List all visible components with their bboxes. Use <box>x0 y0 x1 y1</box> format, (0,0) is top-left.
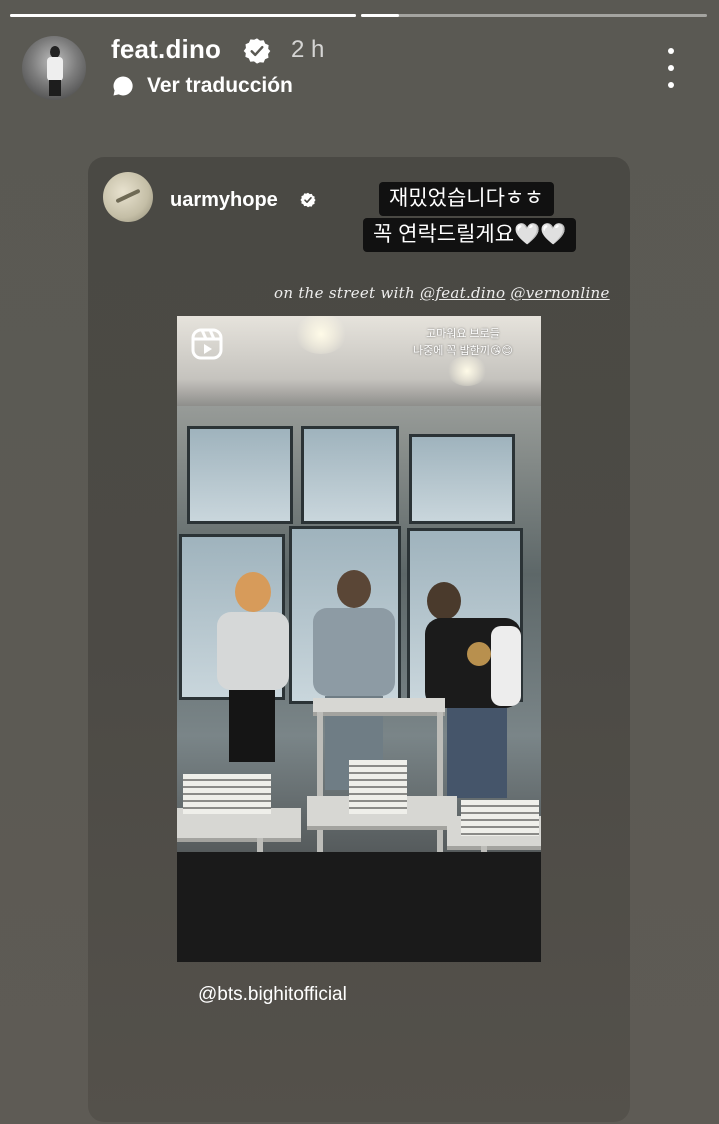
photo-caption-line: 고마워요 브로들 <box>425 328 500 340</box>
caption-mention[interactable]: @feat.dino <box>420 284 505 302</box>
verified-badge-icon <box>300 192 316 208</box>
translate-link[interactable]: Ver traducción <box>112 74 293 98</box>
photo-caption: 고마워요 브로들 나중에 꼭 밥한끼😘😊 <box>413 326 513 360</box>
translate-label: Ver traducción <box>147 74 293 97</box>
avatar[interactable] <box>22 36 86 100</box>
verified-badge-icon <box>243 38 271 64</box>
mention-tag[interactable]: @bts.bighitofficial <box>198 984 347 1006</box>
post-caption: on the street with @feat.dino @vernonlin… <box>274 284 610 302</box>
shared-post-card[interactable]: uarmyhope 재밌었습니다ㅎㅎ 꼭 연락드릴게요🤍🤍 on the str… <box>88 157 630 1122</box>
more-vertical-icon[interactable] <box>660 48 682 88</box>
story-progress-bar-1 <box>10 14 356 17</box>
reels-icon <box>191 328 223 360</box>
post-time: 2 h <box>291 36 325 63</box>
caption-mention[interactable]: @vernonline <box>510 284 609 302</box>
text-sticker: 꼭 연락드릴게요🤍🤍 <box>363 218 577 252</box>
story-progress-bar-2 <box>361 14 707 17</box>
caption-text: on the street with <box>274 284 415 302</box>
reel-thumbnail[interactable]: 고마워요 브로들 나중에 꼭 밥한끼😘😊 <box>177 316 541 962</box>
post-username[interactable]: uarmyhope <box>170 189 278 212</box>
story-username[interactable]: feat.dino <box>111 34 221 65</box>
text-sticker: 재밌었습니다ㅎㅎ <box>379 182 554 216</box>
photo-caption-line: 나중에 꼭 밥한끼😘😊 <box>413 345 513 357</box>
translate-bubble-icon <box>113 76 133 96</box>
post-avatar[interactable] <box>103 172 153 222</box>
